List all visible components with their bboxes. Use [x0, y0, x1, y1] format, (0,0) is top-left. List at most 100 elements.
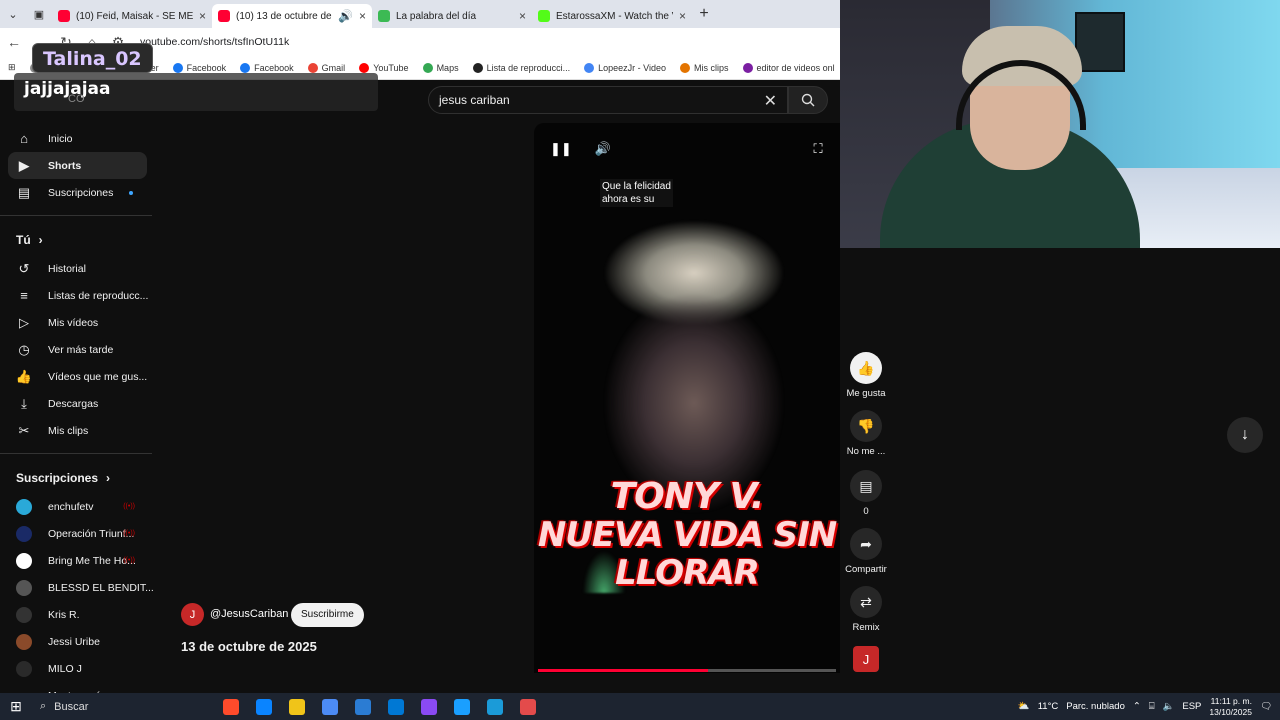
bookmark-item[interactable]: editor de videos onl: [742, 62, 835, 73]
close-tab-icon[interactable]: ×: [359, 9, 366, 23]
next-short-button[interactable]: ↓: [1227, 417, 1263, 453]
channel-avatar[interactable]: J: [181, 603, 204, 626]
tab-list-icon[interactable]: ⌄: [0, 0, 26, 28]
volume-icon[interactable]: 🔊: [593, 141, 613, 157]
live-icon: ((•)): [123, 530, 135, 537]
dislike-button[interactable]: 👎 No me ...: [842, 410, 890, 457]
bookmark-item[interactable]: Facebook: [240, 62, 294, 73]
bookmark-icon: [240, 62, 251, 73]
network-icon[interactable]: ⌸: [1149, 701, 1155, 712]
taskbar-app-icon[interactable]: [280, 693, 313, 720]
taskbar-app-icon[interactable]: [346, 693, 379, 720]
live-icon: ((•)): [123, 557, 135, 564]
apps-icon[interactable]: ⊞: [8, 62, 16, 73]
sidebar-item[interactable]: MILO J: [0, 655, 155, 682]
app-glyph: [354, 698, 371, 715]
channel-handle[interactable]: @JesusCariban: [210, 608, 288, 620]
tab-favicon-icon: [538, 10, 550, 22]
sidebar-section-you[interactable]: Tú ›: [0, 225, 155, 255]
bookmark-item[interactable]: LopeezJr - Video: [584, 62, 666, 73]
new-content-dot: [129, 190, 133, 195]
bookmark-item[interactable]: Mis clips: [680, 62, 729, 73]
bookmark-item[interactable]: Gmail: [307, 62, 346, 73]
app-glyph: [420, 698, 437, 715]
bookmark-item[interactable]: YouTube: [359, 62, 409, 73]
short-video-player[interactable]: Que la felicidad ahora es su TONY V. NUE…: [534, 123, 840, 673]
extension-icon[interactable]: ▣: [26, 0, 52, 28]
speaker-icon[interactable]: 🔊: [338, 9, 353, 23]
bookmark-icon: [172, 62, 183, 73]
chat-message-overlay: jajjajajaa: [14, 73, 378, 111]
thumbs-up-icon: 👍: [850, 352, 882, 384]
notifications-icon[interactable]: 🗨: [1260, 701, 1272, 712]
back-icon[interactable]: ←: [6, 34, 22, 50]
sidebar-item[interactable]: ▶ Shorts: [8, 152, 147, 179]
close-tab-icon[interactable]: ×: [679, 9, 686, 23]
bookmark-item[interactable]: Maps: [422, 62, 459, 73]
taskbar-search[interactable]: ⌕ Buscar: [32, 693, 214, 720]
taskbar-app-icon[interactable]: [214, 693, 247, 720]
bookmark-item[interactable]: Facebook: [172, 62, 226, 73]
new-tab-button[interactable]: +: [692, 5, 716, 23]
sidebar-item[interactable]: ◷ Ver más tarde: [0, 336, 155, 363]
comments-count: 0: [863, 506, 869, 517]
search-button[interactable]: [788, 86, 828, 114]
taskbar-app-icon[interactable]: [478, 693, 511, 720]
sidebar-item[interactable]: ⤓ Descargas: [0, 390, 155, 417]
like-button[interactable]: 👍 Me gusta: [842, 352, 890, 399]
bookmark-item[interactable]: Lista de reproducci...: [472, 62, 570, 73]
share-button[interactable]: ➦ Compartir: [842, 528, 890, 575]
sidebar-item[interactable]: Bring Me The Ho... ((•)): [0, 547, 155, 574]
title-line: LLORAR: [615, 553, 760, 593]
sidebar-item[interactable]: ▤ Suscripciones: [0, 179, 155, 206]
title-line: TONY V.: [610, 476, 765, 517]
channel-avatar-small[interactable]: J: [853, 646, 879, 672]
close-icon[interactable]: ✕: [764, 91, 777, 111]
video-progress-bar[interactable]: [538, 669, 836, 672]
weather-desc[interactable]: Parc. nublado: [1066, 701, 1125, 712]
sidebar-item[interactable]: ▷ Mis vídeos: [0, 309, 155, 336]
search-input[interactable]: jesus cariban ✕: [428, 86, 788, 114]
sidebar-item[interactable]: ↺ Historial: [0, 255, 155, 282]
taskbar-app-icon[interactable]: [511, 693, 544, 720]
tray-chevron-icon[interactable]: ⌃: [1133, 701, 1141, 712]
close-tab-icon[interactable]: ×: [519, 9, 526, 23]
bookmark-icon: [307, 62, 318, 73]
clock[interactable]: 11:11 p. m. 13/10/2025: [1209, 696, 1252, 718]
progress-fill: [538, 669, 708, 672]
browser-tab[interactable]: La palabra del día ×: [372, 4, 532, 28]
taskbar-app-icon[interactable]: [313, 693, 346, 720]
taskbar-app-icon[interactable]: [445, 693, 478, 720]
lang-indicator[interactable]: ESP: [1182, 701, 1201, 712]
shorts-icon: ▶: [19, 157, 29, 173]
taskbar-app-icon[interactable]: [247, 693, 280, 720]
sidebar-item[interactable]: ✂ Mis clips: [0, 417, 155, 444]
taskbar-app-icon[interactable]: [379, 693, 412, 720]
subscribe-button[interactable]: Suscribirme: [291, 603, 364, 627]
like-label: Me gusta: [846, 388, 886, 399]
sidebar-item[interactable]: 👍 Vídeos que me gus...: [0, 363, 155, 390]
windows-start-icon[interactable]: ⊞: [0, 698, 32, 715]
pause-icon[interactable]: ❚❚: [550, 141, 572, 157]
sidebar-item[interactable]: Operación Triunf... ((•)): [0, 520, 155, 547]
sidebar-item[interactable]: Jessi Uribe: [0, 628, 155, 655]
comments-button[interactable]: ▤ 0: [842, 470, 890, 517]
sidebar-item[interactable]: BLESSD EL BENDIT...: [0, 574, 155, 601]
sidebar-item[interactable]: enchufetv ((•)): [0, 493, 155, 520]
sidebar-item-label: Jessi Uribe: [48, 635, 100, 648]
browser-tab[interactable]: EstarossaXM - Watch the VOD ×: [532, 4, 692, 28]
sidebar-item[interactable]: Kris R.: [0, 601, 155, 628]
fullscreen-icon[interactable]: ⛶: [808, 141, 828, 157]
browser-tab[interactable]: (10) Feid, Maisak - SE ME OLVIDÓ ×: [52, 4, 212, 28]
weather-temp[interactable]: 11°C: [1038, 701, 1059, 712]
sidebar-item[interactable]: ≡ Listas de reproducc...: [0, 282, 155, 309]
bookmark-label: Gmail: [321, 62, 346, 73]
browser-tab-active[interactable]: (10) 13 de octubre de 2025 🔊 ×: [212, 4, 372, 28]
close-tab-icon[interactable]: ×: [199, 9, 206, 23]
taskbar-app-icon[interactable]: [412, 693, 445, 720]
speaker-icon[interactable]: 🔈: [1163, 701, 1175, 712]
sidebar-item[interactable]: ⌂ Inicio: [0, 125, 155, 152]
url-field[interactable]: youtube.com/shorts/tsfInOtU11k: [140, 36, 289, 48]
sidebar-section-subscriptions[interactable]: Suscripciones ›: [0, 463, 155, 493]
remix-button[interactable]: ⇄ Remix: [842, 586, 890, 633]
